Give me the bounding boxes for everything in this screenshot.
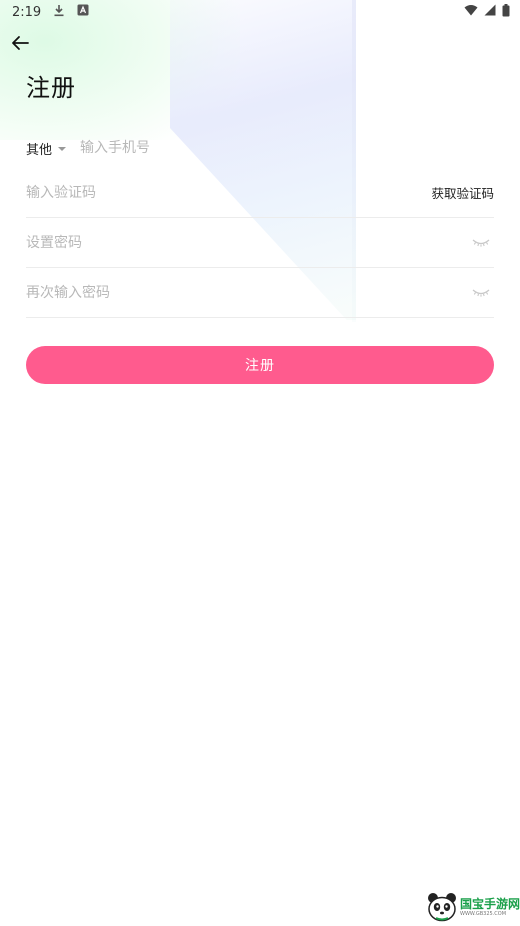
country-selector[interactable]: 其他 xyxy=(26,139,67,158)
password-input[interactable] xyxy=(26,227,470,258)
confirm-password-row xyxy=(26,268,494,318)
verification-code-row: 获取验证码 xyxy=(26,168,494,218)
watermark-text: 国宝手游网 WWW.GB325.COM xyxy=(460,897,520,918)
register-screen: 2:19 注册 其他 输入手机号 输入验证码 获取验证码 注册 国宝手游网 WW… xyxy=(0,0,520,926)
panda-logo-icon xyxy=(426,891,458,923)
back-button[interactable] xyxy=(8,33,32,57)
status-right xyxy=(464,3,510,21)
phone-row: 其他 xyxy=(26,128,494,168)
app-a-icon xyxy=(77,4,89,20)
signal-icon xyxy=(484,4,496,20)
password-row xyxy=(26,218,494,268)
register-button[interactable]: 注册 xyxy=(26,346,494,384)
get-code-button[interactable]: 获取验证码 xyxy=(431,183,494,202)
wifi-icon xyxy=(464,4,478,20)
watermark-url: WWW.GB325.COM xyxy=(460,910,507,917)
download-icon xyxy=(53,4,65,21)
battery-icon xyxy=(502,3,510,21)
caret-down-icon xyxy=(58,146,67,151)
confirm-password-input[interactable] xyxy=(26,277,470,308)
status-time: 2:19 xyxy=(12,4,42,20)
country-label: 其他 xyxy=(26,142,53,158)
verification-code-input[interactable] xyxy=(26,177,432,208)
eye-closed-icon[interactable] xyxy=(470,285,492,301)
register-form: 其他 获取验证码 xyxy=(26,128,494,318)
arrow-left-icon xyxy=(11,35,29,55)
page-title: 注册 xyxy=(26,74,76,102)
eye-closed-icon[interactable] xyxy=(470,235,492,251)
watermark: 国宝手游网 WWW.GB325.COM xyxy=(422,888,520,926)
status-left: 2:19 xyxy=(12,4,89,21)
phone-input[interactable] xyxy=(80,133,494,163)
watermark-title: 国宝手游网 xyxy=(460,896,520,911)
status-bar: 2:19 xyxy=(0,0,520,24)
